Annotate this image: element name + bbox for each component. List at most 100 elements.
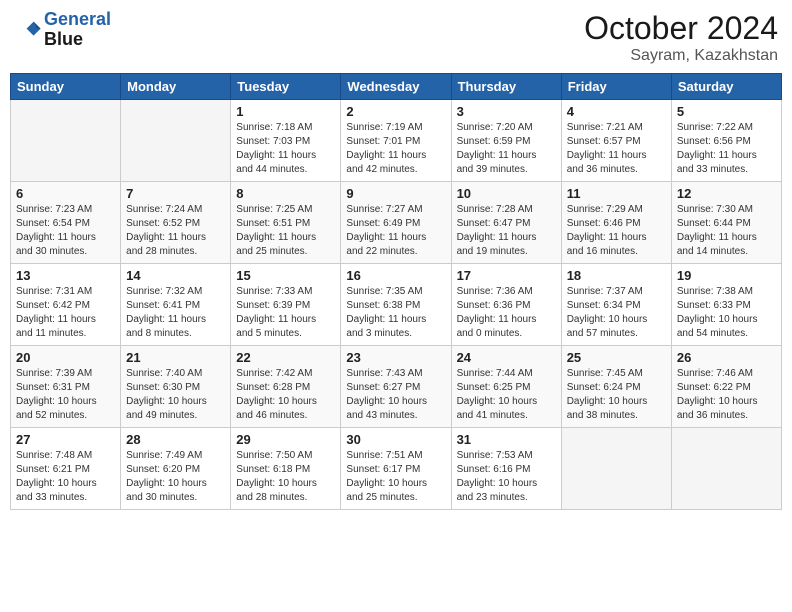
day-number: 15	[236, 268, 335, 283]
location-subtitle: Sayram, Kazakhstan	[584, 47, 778, 65]
calendar-cell: 11Sunrise: 7:29 AMSunset: 6:46 PMDayligh…	[561, 182, 671, 264]
day-number: 22	[236, 350, 335, 365]
day-number: 29	[236, 432, 335, 447]
day-number: 12	[677, 186, 776, 201]
day-info: Sunrise: 7:38 AMSunset: 6:33 PMDaylight:…	[677, 285, 776, 341]
calendar-cell: 10 Sunrise: 7:28 AMSunset: 6:47 PMDayligh…	[451, 182, 561, 264]
calendar-cell: 25 Sunrise: 7:45 AMSunset: 6:24 PMDayligh…	[561, 346, 671, 428]
day-info: Sunrise: 7:20 AMSunset: 6:59 PMDaylight:…	[457, 121, 556, 177]
day-info: Sunrise: 7:50 AMSunset: 6:18 PMDaylight:…	[236, 449, 335, 505]
calendar-cell	[561, 428, 671, 510]
day-info: Sunrise: 7:49 AMSunset: 6:20 PMDaylight:…	[126, 449, 225, 505]
weekday-header: Thursday	[451, 74, 561, 100]
day-number: 9	[346, 186, 445, 201]
day-info: Sunrise: 7:23 AMSunset: 6:54 PMDaylight:…	[16, 203, 115, 259]
calendar-cell: 8Sunrise: 7:25 AMSunset: 6:51 PMDaylight…	[231, 182, 341, 264]
calendar-cell: 9Sunrise: 7:27 AMSunset: 6:49 PMDaylight…	[341, 182, 451, 264]
calendar-cell: 6 Sunrise: 7:23 AMSunset: 6:54 PMDaylight…	[11, 182, 121, 264]
calendar-cell: 5 Sunrise: 7:22 AMSunset: 6:56 PMDaylight…	[671, 100, 781, 182]
page-header: General Blue October 2024 Sayram, Kazakh…	[10, 10, 782, 65]
day-number: 25	[567, 350, 666, 365]
day-info: Sunrise: 7:42 AMSunset: 6:28 PMDaylight:…	[236, 367, 335, 423]
calendar-cell: 26 Sunrise: 7:46 AMSunset: 6:22 PMDayligh…	[671, 346, 781, 428]
calendar-cell: 2 Sunrise: 7:19 AMSunset: 7:01 PMDaylight…	[341, 100, 451, 182]
calendar-cell	[11, 100, 121, 182]
day-info: Sunrise: 7:44 AMSunset: 6:25 PMDaylight:…	[457, 367, 556, 423]
day-number: 5	[677, 104, 776, 119]
calendar-cell: 27 Sunrise: 7:48 AMSunset: 6:21 PMDayligh…	[11, 428, 121, 510]
calendar-cell	[671, 428, 781, 510]
day-info: Sunrise: 7:22 AMSunset: 6:56 PMDaylight:…	[677, 121, 776, 177]
day-info: Sunrise: 7:32 AMSunset: 6:41 PMDaylight:…	[126, 285, 225, 341]
day-info: Sunrise: 7:21 AMSunset: 6:57 PMDaylight:…	[567, 121, 666, 177]
day-info: Sunrise: 7:33 AMSunset: 6:39 PMDaylight:…	[236, 285, 335, 341]
calendar-week-row: 1Sunrise: 7:18 AMSunset: 7:03 PMDaylight…	[11, 100, 782, 182]
title-area: October 2024 Sayram, Kazakhstan	[584, 10, 778, 65]
day-info: Sunrise: 7:24 AMSunset: 6:52 PMDaylight:…	[126, 203, 225, 259]
calendar-cell: 31Sunrise: 7:53 AMSunset: 6:16 PMDayligh…	[451, 428, 561, 510]
month-title: October 2024	[584, 10, 778, 47]
day-info: Sunrise: 7:30 AMSunset: 6:44 PMDaylight:…	[677, 203, 776, 259]
calendar-cell: 28 Sunrise: 7:49 AMSunset: 6:20 PMDayligh…	[121, 428, 231, 510]
day-info: Sunrise: 7:37 AMSunset: 6:34 PMDaylight:…	[567, 285, 666, 341]
calendar-week-row: 13Sunrise: 7:31 AMSunset: 6:42 PMDayligh…	[11, 264, 782, 346]
day-info: Sunrise: 7:35 AMSunset: 6:38 PMDaylight:…	[346, 285, 445, 341]
calendar-cell: 30Sunrise: 7:51 AMSunset: 6:17 PMDayligh…	[341, 428, 451, 510]
calendar-cell: 22 Sunrise: 7:42 AMSunset: 6:28 PMDayligh…	[231, 346, 341, 428]
calendar-cell: 18 Sunrise: 7:37 AMSunset: 6:34 PMDayligh…	[561, 264, 671, 346]
day-number: 21	[126, 350, 225, 365]
logo-text: General Blue	[44, 10, 111, 50]
day-number: 10	[457, 186, 556, 201]
day-info: Sunrise: 7:36 AMSunset: 6:36 PMDaylight:…	[457, 285, 556, 341]
day-info: Sunrise: 7:43 AMSunset: 6:27 PMDaylight:…	[346, 367, 445, 423]
day-number: 6	[16, 186, 115, 201]
day-info: Sunrise: 7:39 AMSunset: 6:31 PMDaylight:…	[16, 367, 115, 423]
calendar-cell: 24Sunrise: 7:44 AMSunset: 6:25 PMDayligh…	[451, 346, 561, 428]
day-number: 18	[567, 268, 666, 283]
day-number: 23	[346, 350, 445, 365]
weekday-header: Friday	[561, 74, 671, 100]
calendar-cell: 13Sunrise: 7:31 AMSunset: 6:42 PMDayligh…	[11, 264, 121, 346]
day-info: Sunrise: 7:28 AMSunset: 6:47 PMDaylight:…	[457, 203, 556, 259]
day-number: 4	[567, 104, 666, 119]
day-info: Sunrise: 7:45 AMSunset: 6:24 PMDaylight:…	[567, 367, 666, 423]
calendar-cell: 19 Sunrise: 7:38 AMSunset: 6:33 PMDayligh…	[671, 264, 781, 346]
day-number: 3	[457, 104, 556, 119]
calendar-cell: 20 Sunrise: 7:39 AMSunset: 6:31 PMDayligh…	[11, 346, 121, 428]
day-info: Sunrise: 7:19 AMSunset: 7:01 PMDaylight:…	[346, 121, 445, 177]
calendar-cell: 7Sunrise: 7:24 AMSunset: 6:52 PMDaylight…	[121, 182, 231, 264]
day-number: 28	[126, 432, 225, 447]
calendar-cell: 21Sunrise: 7:40 AMSunset: 6:30 PMDayligh…	[121, 346, 231, 428]
day-number: 26	[677, 350, 776, 365]
day-info: Sunrise: 7:29 AMSunset: 6:46 PMDaylight:…	[567, 203, 666, 259]
day-info: Sunrise: 7:51 AMSunset: 6:17 PMDaylight:…	[346, 449, 445, 505]
calendar-cell: 3 Sunrise: 7:20 AMSunset: 6:59 PMDaylight…	[451, 100, 561, 182]
calendar-cell: 29 Sunrise: 7:50 AMSunset: 6:18 PMDayligh…	[231, 428, 341, 510]
day-info: Sunrise: 7:25 AMSunset: 6:51 PMDaylight:…	[236, 203, 335, 259]
weekday-header: Sunday	[11, 74, 121, 100]
day-number: 19	[677, 268, 776, 283]
calendar-cell: 12 Sunrise: 7:30 AMSunset: 6:44 PMDayligh…	[671, 182, 781, 264]
calendar-week-row: 27 Sunrise: 7:48 AMSunset: 6:21 PMDayligh…	[11, 428, 782, 510]
calendar-cell: 23 Sunrise: 7:43 AMSunset: 6:27 PMDayligh…	[341, 346, 451, 428]
day-number: 17	[457, 268, 556, 283]
day-number: 27	[16, 432, 115, 447]
weekday-header: Monday	[121, 74, 231, 100]
day-info: Sunrise: 7:18 AMSunset: 7:03 PMDaylight:…	[236, 121, 335, 177]
calendar-table: SundayMondayTuesdayWednesdayThursdayFrid…	[10, 73, 782, 510]
weekday-header: Wednesday	[341, 74, 451, 100]
day-info: Sunrise: 7:46 AMSunset: 6:22 PMDaylight:…	[677, 367, 776, 423]
day-info: Sunrise: 7:48 AMSunset: 6:21 PMDaylight:…	[16, 449, 115, 505]
day-info: Sunrise: 7:31 AMSunset: 6:42 PMDaylight:…	[16, 285, 115, 341]
day-number: 16	[346, 268, 445, 283]
day-number: 20	[16, 350, 115, 365]
calendar-cell: 4 Sunrise: 7:21 AMSunset: 6:57 PMDaylight…	[561, 100, 671, 182]
day-number: 2	[346, 104, 445, 119]
logo: General Blue	[14, 10, 111, 50]
calendar-cell: 1Sunrise: 7:18 AMSunset: 7:03 PMDaylight…	[231, 100, 341, 182]
calendar-cell: 14Sunrise: 7:32 AMSunset: 6:41 PMDayligh…	[121, 264, 231, 346]
calendar-cell	[121, 100, 231, 182]
day-info: Sunrise: 7:53 AMSunset: 6:16 PMDaylight:…	[457, 449, 556, 505]
logo-icon	[14, 16, 42, 44]
calendar-week-row: 20 Sunrise: 7:39 AMSunset: 6:31 PMDayligh…	[11, 346, 782, 428]
